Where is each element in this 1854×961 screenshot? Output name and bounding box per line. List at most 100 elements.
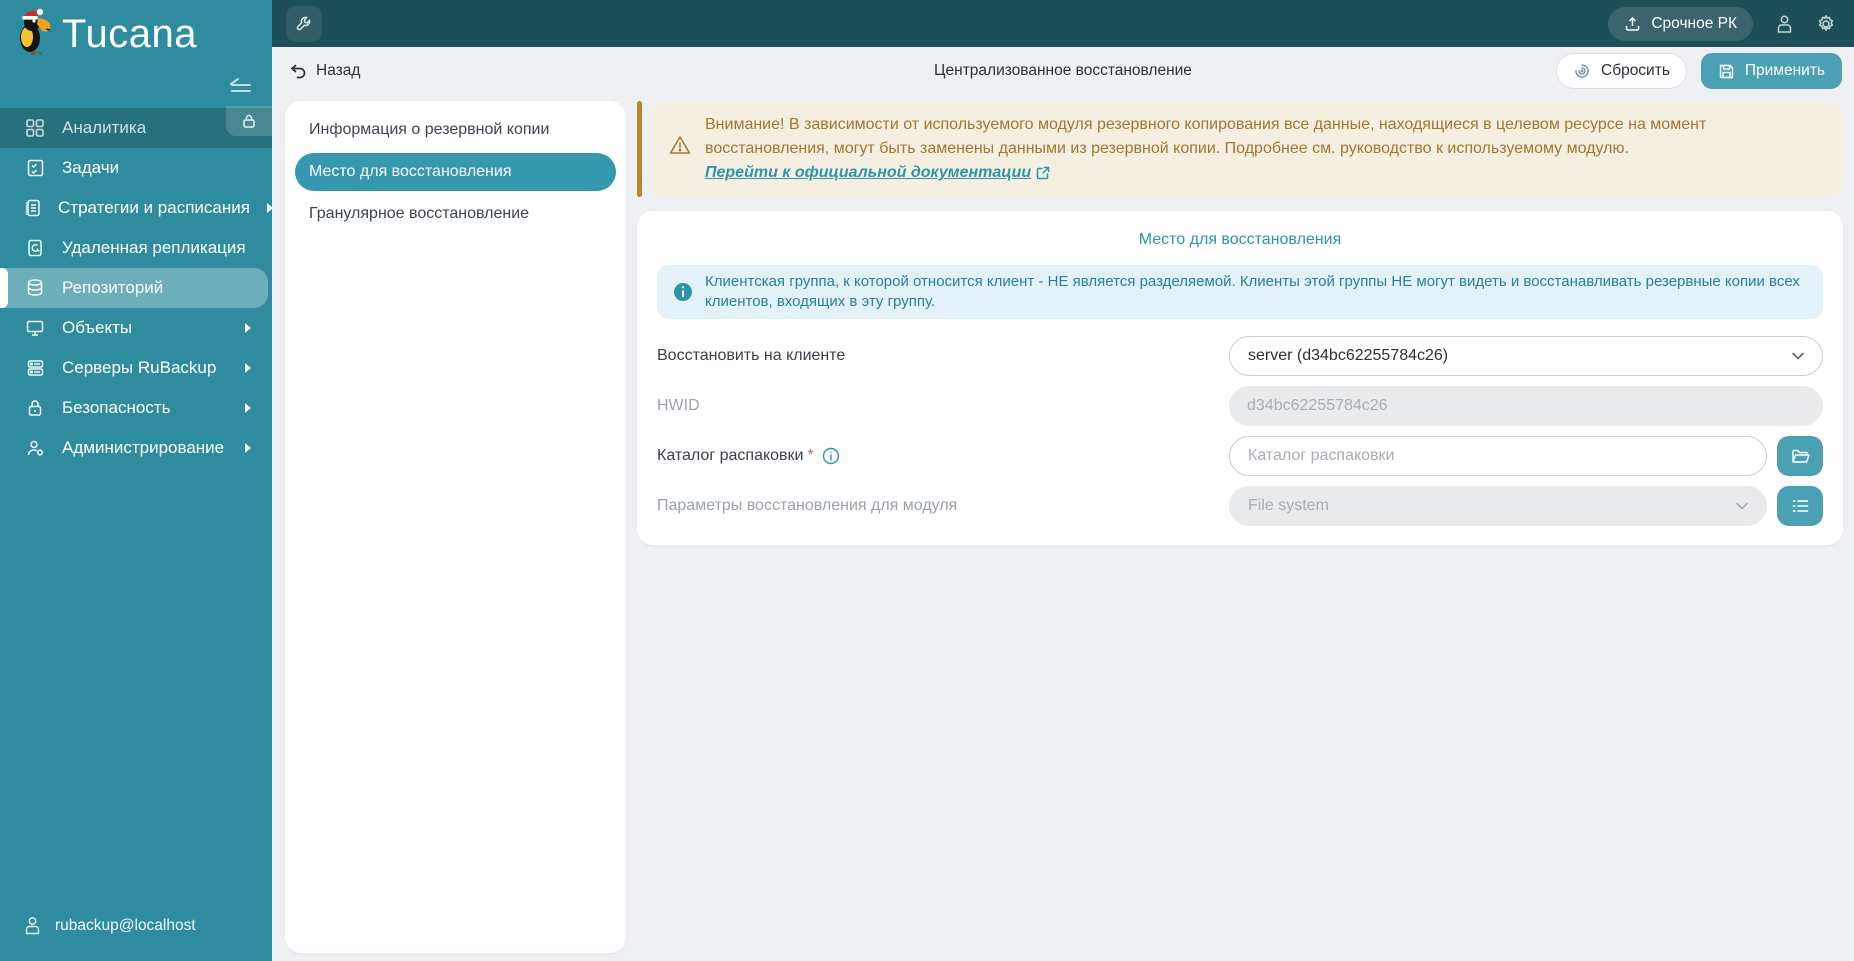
unpack-dir-input[interactable] (1229, 436, 1767, 476)
required-asterisk: * (807, 447, 814, 464)
unpack-dir-field-label: Каталог распаковки * (657, 447, 1229, 465)
form-column: Внимание! В зависимости от используемого… (637, 101, 1843, 953)
tasks-icon (24, 158, 46, 178)
browse-folder-button[interactable] (1777, 436, 1823, 476)
module-params-field-label: Параметры восстановления для модуля (657, 497, 958, 514)
field-row-module-params: Параметры восстановления для модуля File… (657, 481, 1823, 531)
documentation-link[interactable]: Перейти к официальной документации (705, 161, 1050, 185)
sidebar: Tucana Аналитика Задачи Стратегии и расп… (0, 0, 273, 961)
chevron-right-icon (244, 322, 254, 334)
module-params-select: File system (1229, 486, 1767, 526)
strategies-icon (24, 198, 42, 218)
sidebar-item-analytics[interactable]: Аналитика (0, 106, 272, 148)
profile-icon[interactable] (1775, 14, 1794, 34)
restore-location-card: Место для восстановления Клиентская груп… (637, 211, 1843, 545)
field-row-hwid: HWID d34bc62255784c26 (657, 381, 1823, 431)
chevron-down-icon (1792, 352, 1804, 360)
list-icon (1792, 499, 1809, 513)
replication-icon (24, 238, 46, 258)
sidebar-item-label: Задачи (62, 158, 120, 177)
back-button[interactable]: Назад (290, 62, 360, 80)
servers-icon (24, 358, 46, 378)
tools-button[interactable] (286, 5, 322, 42)
page-title: Централизованное восстановление (934, 62, 1192, 79)
field-row-client: Восстановить на клиенте server (d34bc622… (657, 331, 1823, 381)
tab-label: Гранулярное восстановление (309, 205, 530, 222)
app-root: Tucana Аналитика Задачи Стратегии и расп… (0, 0, 1854, 961)
chevron-right-icon (244, 362, 254, 374)
tucana-logo-icon (12, 8, 52, 56)
user-icon (24, 916, 41, 935)
sidebar-nav: Аналитика Задачи Стратегии и расписания … (0, 106, 273, 468)
app-title: Tucana (62, 12, 197, 56)
folder-open-icon (1791, 448, 1810, 465)
page-header: Назад Централизованное восстановление Сб… (272, 47, 1854, 95)
client-group-info-text: Клиентская группа, к которой относится к… (705, 273, 1800, 310)
locked-badge (226, 106, 272, 136)
sidebar-item-label: Репозиторий (62, 278, 164, 297)
logo: Tucana (0, 0, 272, 58)
tab-backup-info[interactable]: Информация о резервной копии (295, 111, 616, 149)
header-actions: Сбросить Применить (1556, 53, 1842, 89)
sidebar-item-label: Удаленная репликация (62, 238, 246, 257)
active-indicator (0, 268, 8, 308)
external-link-icon (1036, 166, 1050, 180)
warning-content: Внимание! В зависимости от используемого… (705, 113, 1825, 185)
client-select-value: server (d34bc62255784c26) (1248, 347, 1449, 364)
sidebar-item-label: Объекты (62, 318, 133, 337)
client-select[interactable]: server (d34bc62255784c26) (1229, 336, 1823, 376)
topbar-actions: Срочное РК (1608, 6, 1836, 41)
sidebar-collapse-icon[interactable] (228, 76, 254, 96)
tab-restore-location[interactable]: Место для восстановления (295, 153, 616, 191)
field-info-icon[interactable] (822, 447, 840, 465)
form-title: Место для восстановления (1138, 231, 1342, 248)
restore-steps-panel: Информация о резервной копии Место для в… (285, 101, 626, 953)
objects-icon (24, 318, 46, 338)
apply-button[interactable]: Применить (1700, 53, 1842, 89)
sidebar-item-objects[interactable]: Объекты (0, 308, 272, 348)
info-circle-icon (673, 282, 693, 302)
apply-label: Применить (1744, 62, 1825, 79)
content: Информация о резервной копии Место для в… (272, 95, 1854, 961)
warning-banner: Внимание! В зависимости от используемого… (637, 101, 1843, 197)
sidebar-item-label: Безопасность (62, 398, 171, 417)
tab-label: Информация о резервной копии (309, 121, 550, 138)
warning-accent-bar (637, 101, 642, 197)
warning-triangle-icon (669, 135, 691, 155)
hwid-field-label: HWID (657, 397, 700, 414)
main-area: Срочное РК Назад Централизованное восста… (272, 0, 1854, 961)
chevron-down-icon (1736, 502, 1748, 510)
user-login: rubackup@localhost (55, 916, 196, 934)
warning-box: Внимание! В зависимости от используемого… (651, 101, 1843, 197)
current-user[interactable]: rubackup@localhost (0, 916, 272, 961)
repository-icon (24, 278, 46, 298)
sidebar-item-label: Стратегии и расписания (58, 198, 250, 217)
tab-granular-restore[interactable]: Гранулярное восстановление (295, 195, 616, 233)
sidebar-item-servers[interactable]: Серверы RuBackup (0, 348, 272, 388)
sidebar-item-repository[interactable]: Репозиторий (0, 268, 268, 308)
tab-label: Место для восстановления (309, 163, 512, 180)
urgent-backup-label: Срочное РК (1651, 14, 1737, 32)
reset-button[interactable]: Сбросить (1556, 53, 1687, 89)
security-lock-icon (24, 398, 46, 418)
upload-icon (1624, 15, 1641, 32)
administration-icon (24, 438, 46, 458)
urgent-backup-button[interactable]: Срочное РК (1608, 6, 1753, 41)
reset-label: Сбросить (1601, 62, 1670, 79)
reset-spiral-icon (1573, 62, 1591, 80)
sidebar-item-tasks[interactable]: Задачи (0, 148, 272, 188)
hwid-value: d34bc62255784c26 (1247, 397, 1388, 414)
hwid-input: d34bc62255784c26 (1229, 386, 1823, 426)
sidebar-item-strategies[interactable]: Стратегии и расписания (0, 188, 273, 228)
back-label: Назад (316, 62, 361, 79)
field-row-unpack-dir: Каталог распаковки * (657, 431, 1823, 481)
warning-text: Внимание! В зависимости от используемого… (705, 116, 1707, 157)
sidebar-item-label: Администрирование (62, 438, 225, 457)
sidebar-item-remote-replication[interactable]: Удаленная репликация (0, 228, 272, 268)
chevron-right-icon (244, 402, 254, 414)
settings-gear-icon[interactable] (1816, 14, 1836, 34)
sidebar-item-administration[interactable]: Администрирование (0, 428, 272, 468)
client-group-info: Клиентская группа, к которой относится к… (657, 265, 1823, 319)
sidebar-item-security[interactable]: Безопасность (0, 388, 272, 428)
module-params-list-button[interactable] (1777, 486, 1823, 526)
